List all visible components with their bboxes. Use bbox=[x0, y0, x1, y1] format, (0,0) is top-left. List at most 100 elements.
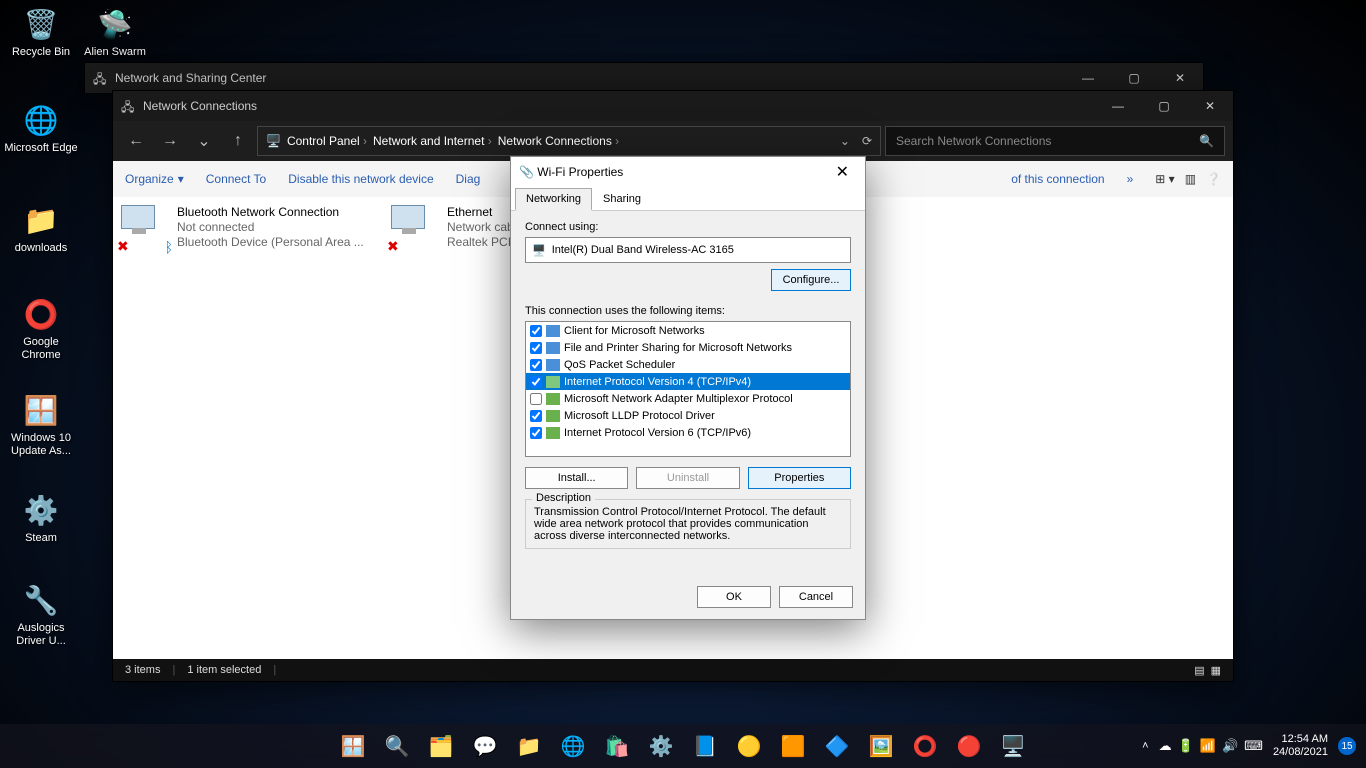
properties-button[interactable]: Properties bbox=[748, 467, 851, 489]
window-network-sharing: 🖧 Network and Sharing Center — ▢ ✕ bbox=[84, 62, 1204, 92]
desktop-icon[interactable]: 📁downloads bbox=[4, 200, 78, 255]
desktop-icon[interactable]: 🪟Windows 10 Update As... bbox=[4, 390, 78, 458]
tray-chevron-icon[interactable]: ˄ bbox=[1142, 740, 1148, 752]
preview-pane-button[interactable]: ▥ bbox=[1185, 172, 1196, 186]
app-icon: ⚙️ bbox=[21, 490, 61, 530]
tiles-view-icon[interactable]: ▦ bbox=[1211, 664, 1221, 677]
maximize-button[interactable]: ▢ bbox=[1111, 63, 1157, 93]
store-button[interactable]: 🛍️ bbox=[598, 727, 636, 765]
protocol-item[interactable]: Internet Protocol Version 6 (TCP/IPv6) bbox=[526, 424, 850, 441]
desktop-icon[interactable]: ⭕Google Chrome bbox=[4, 294, 78, 362]
task-view-button[interactable]: 🗂️ bbox=[422, 727, 460, 765]
rename-button[interactable]: of this connection bbox=[1011, 172, 1104, 186]
items-label: This connection uses the following items… bbox=[525, 305, 851, 317]
protocol-checkbox[interactable] bbox=[530, 325, 542, 337]
breadcrumb[interactable]: Network and Internet bbox=[373, 134, 492, 148]
address-bar[interactable]: 🖥️ Control Panel Network and Internet Ne… bbox=[257, 126, 881, 156]
up-button[interactable]: ↑ bbox=[223, 126, 253, 156]
close-button[interactable]: ✕ bbox=[1157, 63, 1203, 93]
desktop-icon[interactable]: 🗑️Recycle Bin bbox=[4, 4, 78, 59]
chrome-button[interactable]: 🟡 bbox=[730, 727, 768, 765]
cancel-button[interactable]: Cancel bbox=[779, 586, 853, 608]
refresh-icon[interactable]: ⟳ bbox=[862, 134, 872, 148]
description-label: Description bbox=[532, 492, 595, 504]
minimize-button[interactable]: — bbox=[1065, 63, 1111, 93]
protocol-checkbox[interactable] bbox=[530, 342, 542, 354]
word-button[interactable]: 📘 bbox=[686, 727, 724, 765]
forward-button[interactable]: → bbox=[155, 126, 185, 156]
language-icon[interactable]: ⌨ bbox=[1244, 738, 1263, 754]
protocol-checkbox[interactable] bbox=[530, 393, 542, 405]
protocol-item[interactable]: Microsoft Network Adapter Multiplexor Pr… bbox=[526, 390, 850, 407]
time: 12:54 AM bbox=[1273, 733, 1328, 746]
battery-icon[interactable]: 🔋 bbox=[1178, 738, 1194, 754]
tab-networking[interactable]: Networking bbox=[515, 188, 592, 211]
tab-sharing[interactable]: Sharing bbox=[592, 188, 652, 211]
app-button[interactable]: 🖥️ bbox=[994, 727, 1032, 765]
organize-menu[interactable]: Organize ▾ bbox=[125, 172, 184, 186]
help-button[interactable]: ❔ bbox=[1206, 172, 1221, 186]
recent-dropdown[interactable]: ⌄ bbox=[189, 126, 219, 156]
protocol-checkbox[interactable] bbox=[530, 376, 542, 388]
protocol-item[interactable]: Microsoft LLDP Protocol Driver bbox=[526, 407, 850, 424]
more-button[interactable]: » bbox=[1127, 172, 1134, 186]
wifi-properties-dialog: 📎 Wi-Fi Properties ✕ Networking Sharing … bbox=[510, 156, 866, 620]
protocol-checkbox[interactable] bbox=[530, 359, 542, 371]
install-button[interactable]: Install... bbox=[525, 467, 628, 489]
details-view-icon[interactable]: ▤ bbox=[1194, 664, 1204, 677]
back-button[interactable]: ← bbox=[121, 126, 151, 156]
wifi-icon[interactable]: 📶 bbox=[1200, 738, 1216, 754]
connection-icon: ✖ᛒ bbox=[121, 205, 169, 253]
address-icon: 🖥️ bbox=[266, 134, 281, 148]
connect-using-label: Connect using: bbox=[525, 221, 851, 233]
start-button[interactable]: 🪟 bbox=[334, 727, 372, 765]
protocol-list[interactable]: Client for Microsoft NetworksFile and Pr… bbox=[525, 321, 851, 457]
desktop-icon[interactable]: 🔧Auslogics Driver U... bbox=[4, 580, 78, 648]
taskbar: 🪟 🔍 🗂️ 💬 📁 🌐 🛍️ ⚙️ 📘 🟡 🟧 🔷 🖼️ ⭕ 🔴 🖥️ ˄ ☁… bbox=[0, 724, 1366, 768]
ok-button[interactable]: OK bbox=[697, 586, 771, 608]
chevron-down-icon[interactable]: ⌄ bbox=[840, 134, 850, 148]
volume-icon[interactable]: 🔊 bbox=[1222, 738, 1238, 754]
maximize-button[interactable]: ▢ bbox=[1141, 91, 1187, 121]
configure-button[interactable]: Configure... bbox=[771, 269, 851, 291]
search-input[interactable]: Search Network Connections 🔍 bbox=[885, 126, 1225, 156]
minimize-button[interactable]: — bbox=[1095, 91, 1141, 121]
breadcrumb[interactable]: Network Connections bbox=[498, 134, 619, 148]
notification-badge[interactable]: 15 bbox=[1338, 737, 1356, 755]
settings-button[interactable]: ⚙️ bbox=[642, 727, 680, 765]
app-icon: 🪟 bbox=[21, 390, 61, 430]
search-button[interactable]: 🔍 bbox=[378, 727, 416, 765]
disable-device-button[interactable]: Disable this network device bbox=[288, 172, 433, 186]
view-options-button[interactable]: ⊞ ▾ bbox=[1155, 172, 1174, 186]
explorer-button[interactable]: 📁 bbox=[510, 727, 548, 765]
desktop-icon[interactable]: 🌐Microsoft Edge bbox=[4, 100, 78, 155]
protocol-checkbox[interactable] bbox=[530, 427, 542, 439]
clock[interactable]: 12:54 AM 24/08/2021 bbox=[1273, 733, 1328, 759]
connect-to-button[interactable]: Connect To bbox=[206, 172, 267, 186]
close-button[interactable]: ✕ bbox=[828, 162, 857, 182]
desktop-icon[interactable]: ⚙️ Steam bbox=[4, 490, 78, 545]
app-button[interactable]: ⭕ bbox=[906, 727, 944, 765]
icon-label: Microsoft Edge bbox=[4, 142, 78, 155]
protocol-item[interactable]: QoS Packet Scheduler bbox=[526, 356, 850, 373]
connection-item[interactable]: ✖ᛒ Bluetooth Network ConnectionNot conne… bbox=[121, 205, 371, 253]
diagnose-button[interactable]: Diag bbox=[456, 172, 481, 186]
protocol-item[interactable]: File and Printer Sharing for Microsoft N… bbox=[526, 339, 850, 356]
breadcrumb[interactable]: Control Panel bbox=[287, 134, 367, 148]
protocol-name: Microsoft LLDP Protocol Driver bbox=[564, 410, 715, 422]
close-button[interactable]: ✕ bbox=[1187, 91, 1233, 121]
edge-button[interactable]: 🌐 bbox=[554, 727, 592, 765]
onedrive-icon[interactable]: ☁ bbox=[1159, 738, 1172, 754]
app-button[interactable]: 🟧 bbox=[774, 727, 812, 765]
app-button[interactable]: 🔴 bbox=[950, 727, 988, 765]
app-button[interactable]: 🔷 bbox=[818, 727, 856, 765]
protocol-item[interactable]: Internet Protocol Version 4 (TCP/IPv4) bbox=[526, 373, 850, 390]
protocol-item[interactable]: Client for Microsoft Networks bbox=[526, 322, 850, 339]
wifi-icon: 📎 bbox=[519, 165, 534, 179]
widgets-button[interactable]: 💬 bbox=[466, 727, 504, 765]
icon-label: Windows 10 Update As... bbox=[4, 432, 78, 458]
icon-label: Steam bbox=[4, 532, 78, 545]
protocol-checkbox[interactable] bbox=[530, 410, 542, 422]
desktop-icon[interactable]: 🛸Alien Swarm bbox=[78, 4, 152, 59]
app-button[interactable]: 🖼️ bbox=[862, 727, 900, 765]
